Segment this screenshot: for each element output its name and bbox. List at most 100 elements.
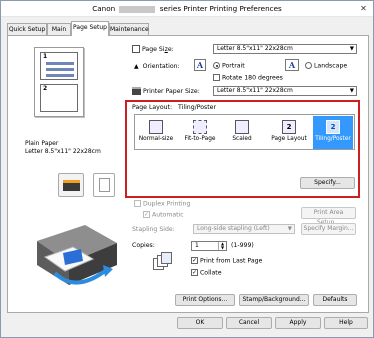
stapling-side-select[interactable]: Long-side stapling (Left) ▼: [193, 224, 295, 234]
rotate-180-option[interactable]: Rotate 180 degrees: [213, 74, 283, 82]
preview-page-1-number: 1: [43, 53, 48, 60]
ok-button[interactable]: OK: [177, 317, 223, 329]
normal-size-icon: [149, 120, 163, 134]
arrow-icon: ▲: [134, 63, 139, 70]
fit-to-page-icon: [193, 120, 207, 134]
landscape-option[interactable]: Landscape: [305, 62, 347, 70]
print-options-button[interactable]: Print Options...: [175, 294, 235, 306]
copies-range: (1-999): [231, 242, 254, 249]
window-title-prefix: Canon: [92, 4, 116, 13]
layout-normal-size[interactable]: Normal-size: [137, 116, 175, 149]
close-icon[interactable]: ✕: [357, 3, 370, 14]
portrait-option[interactable]: Portrait: [213, 62, 245, 70]
printer-preferences-window: Canon series Printer Printing Preference…: [0, 0, 374, 338]
copies-label: Copies:: [132, 242, 155, 249]
rotate-180-checkbox[interactable]: [213, 74, 220, 81]
apply-button[interactable]: Apply: [275, 317, 321, 329]
page-layout-icon: 2: [282, 120, 296, 134]
orientation-label: Orientation:: [142, 63, 180, 70]
duplex-printing-label: Duplex Printing: [142, 200, 191, 208]
chevron-down-icon: ▼: [287, 226, 292, 232]
tiling-poster-icon: 2: [326, 120, 340, 134]
page-layout-heading: Page Layout: Tiling/Poster: [132, 104, 216, 111]
landscape-radio[interactable]: [305, 62, 312, 69]
paper-size-text: Letter 8.5"x11" 22x28cm: [25, 148, 101, 155]
portrait-icon: A: [194, 59, 206, 71]
duplex-printing-option[interactable]: Duplex Printing: [134, 200, 190, 208]
layout-scaled[interactable]: Scaled: [223, 116, 261, 149]
layout-item-label: Page Layout: [271, 136, 307, 142]
redacted-model-name: [119, 5, 156, 13]
tab-maintenance[interactable]: Maintenance: [109, 23, 149, 35]
title-bar: Canon series Printer Printing Preference…: [1, 1, 373, 17]
copies-stack-icon: [153, 252, 173, 272]
preview-bar: [46, 74, 74, 77]
specify-margin-button[interactable]: Specify Margin...: [301, 223, 356, 235]
stapling-side-value: Long-side stapling (Left): [197, 225, 270, 232]
collate-option[interactable]: ✓ Collate: [191, 269, 222, 277]
page-size-row: Page Size:: [132, 45, 174, 53]
print-area-setup-button[interactable]: Print Area Setup...: [301, 207, 356, 226]
preview-bar: [46, 62, 74, 65]
duplex-printing-checkbox[interactable]: [134, 200, 141, 207]
page-size-label: Page Size:: [142, 46, 174, 53]
layout-item-label: Tiling/Poster: [315, 136, 351, 142]
automatic-label: Automatic: [151, 211, 184, 219]
page-size-label-part: Page Si: [141, 46, 165, 53]
window-title: Canon series Printer Printing Preference…: [1, 4, 373, 13]
page-icon: [132, 45, 140, 53]
layout-page-layout[interactable]: 2 Page Layout: [267, 116, 311, 149]
layout-item-label: Normal-size: [138, 136, 174, 142]
printer-paper-size-label: Printer Paper Size:: [142, 88, 200, 95]
specify-button[interactable]: Specify...: [300, 177, 355, 189]
preview-bar: [46, 68, 74, 71]
page-size-value: Letter 8.5"x11" 22x28cm: [217, 45, 293, 52]
layout-item-label: Fit-to-Page: [184, 136, 216, 142]
automatic-option[interactable]: ✓ Automatic: [143, 211, 184, 219]
portrait-label: Portrait: [221, 62, 245, 70]
page-size-select[interactable]: Letter 8.5"x11" 22x28cm ▼: [213, 44, 357, 54]
page-layout-label: Page Layout:: [132, 104, 173, 111]
page-size-label-part: e:: [167, 46, 174, 53]
tab-page-setup[interactable]: Page Setup: [71, 21, 109, 36]
printer-paper-size-row: Printer Paper Size:: [132, 87, 200, 95]
paper-source-icon[interactable]: [58, 173, 84, 197]
landscape-label: Landscape: [313, 62, 348, 70]
scaled-icon: [235, 120, 249, 134]
landscape-icon: A: [285, 59, 299, 71]
preview-page-2: 2: [40, 84, 78, 112]
portrait-radio[interactable]: [213, 62, 220, 69]
layout-fit-to-page[interactable]: Fit-to-Page: [181, 116, 219, 149]
copies-stepper-icon[interactable]: ▲ ▼: [218, 242, 226, 250]
layout-item-label: Scaled: [232, 136, 252, 142]
chevron-down-icon: ▼: [349, 88, 354, 94]
copies-input[interactable]: 1 ▲ ▼: [191, 241, 227, 251]
page-layout-list: Normal-size Fit-to-Page Scaled 2 Page La…: [134, 114, 355, 150]
chevron-down-icon: ▼: [349, 46, 354, 52]
paper-sheet-icon[interactable]: [93, 173, 115, 197]
tab-main[interactable]: Main: [47, 23, 71, 35]
page-layout-value: Tiling/Poster: [178, 104, 217, 111]
collate-label: Collate: [199, 269, 222, 277]
print-from-last-page-option[interactable]: ✓ Print from Last Page: [191, 257, 262, 265]
automatic-checkbox[interactable]: ✓: [143, 211, 150, 218]
defaults-button[interactable]: Defaults: [313, 294, 357, 306]
cancel-button[interactable]: Cancel: [226, 317, 272, 329]
printer-icon: [132, 87, 141, 95]
printer-paper-size-select[interactable]: Letter 8.5"x11" 22x28cm ▼: [213, 86, 357, 96]
help-button[interactable]: Help: [324, 317, 368, 329]
printer-paper-size-value: Letter 8.5"x11" 22x28cm: [217, 87, 293, 94]
preview-page-2-number: 2: [43, 85, 48, 92]
tab-quick-setup[interactable]: Quick Setup: [7, 23, 47, 35]
paper-info: Plain Paper Letter 8.5"x11" 22x28cm: [25, 140, 101, 156]
page-preview: 1 2: [34, 47, 84, 117]
layout-tiling-poster[interactable]: 2 Tiling/Poster: [313, 116, 353, 149]
window-title-suffix: series Printer Printing Preferences: [159, 4, 282, 13]
collate-checkbox[interactable]: ✓: [191, 269, 198, 276]
stamp-background-button[interactable]: Stamp/Background...: [239, 294, 309, 306]
rotate-180-label: Rotate 180 degrees: [221, 74, 283, 82]
copies-value: 1: [195, 242, 199, 249]
stapling-side-label: Stapling Side:: [132, 226, 175, 233]
print-from-last-page-checkbox[interactable]: ✓: [191, 257, 198, 264]
print-from-last-page-label: Print from Last Page: [199, 257, 263, 265]
